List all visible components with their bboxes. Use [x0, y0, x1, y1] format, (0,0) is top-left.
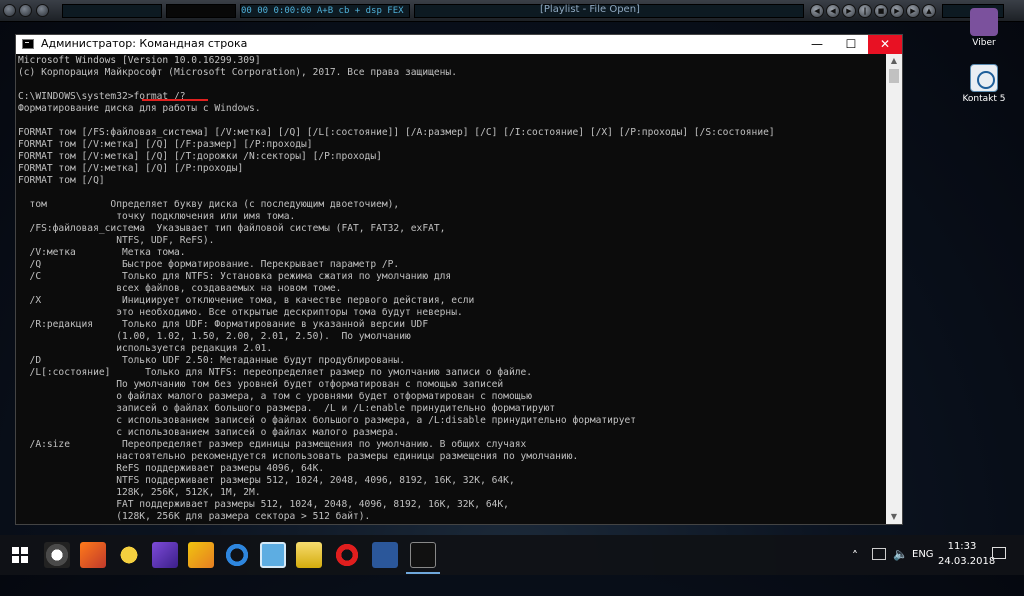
console-line: Форматирование диска для работы с Window… — [18, 103, 261, 114]
player-title: [Playlist - File Open] — [540, 4, 640, 15]
scroll-up-arrow-icon[interactable]: ▲ — [886, 54, 902, 68]
window-titlebar[interactable]: Администратор: Командная строка — ☐ ✕ — [16, 35, 902, 54]
maximize-button[interactable]: ☐ — [834, 35, 868, 54]
desktop-icon-label: Viber — [972, 38, 996, 48]
player-close-button[interactable] — [36, 4, 49, 17]
player-lcd: 00 00 0:00:00 A+B cb + dsp FEX — [240, 4, 410, 18]
player-buttons-strip[interactable] — [62, 4, 162, 18]
viber-icon — [970, 8, 998, 36]
opera-icon[interactable] — [334, 542, 360, 568]
console-line: FAT поддерживает размеры 512, 1024, 2048… — [18, 499, 509, 510]
console-line: настоятельно рекомендуется использовать … — [18, 451, 579, 462]
notifications-icon[interactable] — [992, 547, 1006, 559]
command-prompt-window[interactable]: Администратор: Командная строка — ☐ ✕ Mi… — [15, 34, 903, 525]
console-line: всех файлов, создаваемых на новом томе. — [18, 283, 342, 294]
scroll-thumb[interactable] — [889, 69, 899, 83]
cmd-taskbar-icon[interactable] — [406, 542, 440, 574]
console-line: записей о файлах большого размера. /L и … — [18, 403, 556, 414]
player-options-button[interactable] — [19, 4, 32, 17]
console-line: /Q Быстрое форматирование. Перекрывает п… — [18, 259, 400, 270]
media-player-bar: 00 00 0:00:00 A+B cb + dsp FEX [Playlist… — [0, 0, 1024, 22]
windows-start-icon[interactable] — [12, 547, 28, 563]
console-line: FORMAT том [/V:метка] [/Q] [/F:размер] [… — [18, 139, 313, 150]
tray-expand-icon[interactable]: ˄ — [852, 549, 858, 589]
rewind-button[interactable]: ◀ — [826, 4, 840, 18]
aimp-app-icon[interactable] — [152, 542, 178, 568]
console-line: том Определяет букву диска (с последующи… — [18, 199, 400, 210]
desktop-icon-label: Kontakt 5 — [962, 94, 1006, 104]
clock-date[interactable]: 24.03.2018 — [938, 556, 995, 596]
command-underline — [142, 99, 208, 101]
play-button[interactable]: ▶ — [842, 4, 856, 18]
language-indicator[interactable]: ENG — [912, 549, 934, 589]
console-line: о файлах малого размера, а том с уровням… — [18, 391, 533, 402]
network-icon[interactable] — [872, 548, 886, 560]
prev-button[interactable]: ◀ — [810, 4, 824, 18]
console-line: /FS:файловая_система Указывает тип файло… — [18, 223, 446, 234]
console-line: с использованием записей о файлах малого… — [18, 427, 400, 438]
console-line: C:\WINDOWS\system32>format /? — [18, 91, 186, 102]
console-line: (c) Корпорация Майкрософт (Microsoft Cor… — [18, 67, 457, 78]
eye-app-icon[interactable] — [44, 542, 70, 568]
console-line: Microsoft Windows [Version 10.0.16299.30… — [18, 55, 261, 66]
chat-app-icon[interactable] — [116, 542, 142, 568]
player-visualizer — [166, 4, 236, 18]
taskbar: ˄ 🔈 ENG 11:33 24.03.2018 — [0, 535, 1024, 575]
stop-button[interactable]: ■ — [874, 4, 888, 18]
kontakt-icon — [970, 64, 998, 92]
console-line: FORMAT том [/V:метка] [/Q] [/T:дорожки /… — [18, 151, 382, 162]
console-line: /L[:состояние] Только для NTFS: переопре… — [18, 367, 533, 378]
window-title: Администратор: Командная строка — [41, 37, 248, 50]
fox-app-icon[interactable] — [80, 542, 106, 568]
vertical-scrollbar[interactable]: ▲ ▼ — [886, 54, 902, 524]
eject-button[interactable]: ▲ — [922, 4, 936, 18]
scroll-down-arrow-icon[interactable]: ▼ — [886, 510, 902, 524]
console-line: /A:size Переопределяет размер единицы ра… — [18, 439, 527, 450]
console-line: NTFS поддерживает размеры 512, 1024, 204… — [18, 475, 515, 486]
player-lcd-text: 00 00 0:00:00 A+B cb + dsp FEX — [241, 6, 404, 16]
console-line: (128K, 256K для размера сектора > 512 ба… — [18, 511, 371, 522]
console-line: FORMAT том [/Q] — [18, 175, 105, 186]
console-line: /D Только UDF 2.50: Метаданные будут про… — [18, 355, 405, 366]
forward-button[interactable]: ▶ — [890, 4, 904, 18]
console-line: это необходимо. Все открытые дескрипторы… — [18, 307, 463, 318]
console-line: FORMAT том [/V:метка] [/Q] [/P:проходы] — [18, 163, 244, 174]
desktop-icon-viber[interactable]: Viber — [954, 8, 1014, 48]
console-line: /X Инициирует отключение тома, в качеств… — [18, 295, 475, 306]
desktop-icon-kontakt[interactable]: Kontakt 5 — [954, 64, 1014, 104]
console-line: /V:метка Метка тома. — [18, 247, 186, 258]
winamp-app-icon[interactable] — [188, 542, 214, 568]
volume-icon[interactable]: 🔈 — [893, 547, 908, 587]
console-line: (1.00, 1.02, 1.50, 2.00, 2.01, 2.50). По… — [18, 331, 411, 342]
next-button[interactable]: ▶ — [906, 4, 920, 18]
console-output[interactable]: Microsoft Windows [Version 10.0.16299.30… — [18, 55, 886, 523]
console-line: точку подключения или имя тома. — [18, 211, 296, 222]
console-line: 128K, 256K, 512K, 1M, 2M. — [18, 487, 261, 498]
player-menu-button[interactable] — [3, 4, 16, 17]
console-line: /C Только для NTFS: Установка режима сжа… — [18, 271, 452, 282]
close-button[interactable]: ✕ — [868, 35, 902, 54]
console-line: ReFS поддерживает размеры 4096, 64K. — [18, 463, 325, 474]
console-line: используется редакция 2.01. — [18, 343, 273, 354]
word-icon[interactable] — [372, 542, 398, 568]
console-line: FORMAT том [/FS:файловая_система] [/V:ме… — [18, 127, 775, 138]
console-line: /R:редакция Только для UDF: Форматирован… — [18, 319, 429, 330]
console-line: По умолчанию том без уровней будет отфор… — [18, 379, 504, 390]
console-line: с использованием записей о файлах большо… — [18, 415, 637, 426]
console-line: NTFS, UDF, ReFS). — [18, 235, 215, 246]
refresh-app-icon[interactable] — [224, 542, 250, 568]
pause-button[interactable]: ‖ — [858, 4, 872, 18]
viewer-app-icon[interactable] — [260, 542, 286, 568]
minimize-button[interactable]: — — [800, 35, 834, 54]
cmd-icon — [22, 39, 34, 49]
file-explorer-icon[interactable] — [296, 542, 322, 568]
